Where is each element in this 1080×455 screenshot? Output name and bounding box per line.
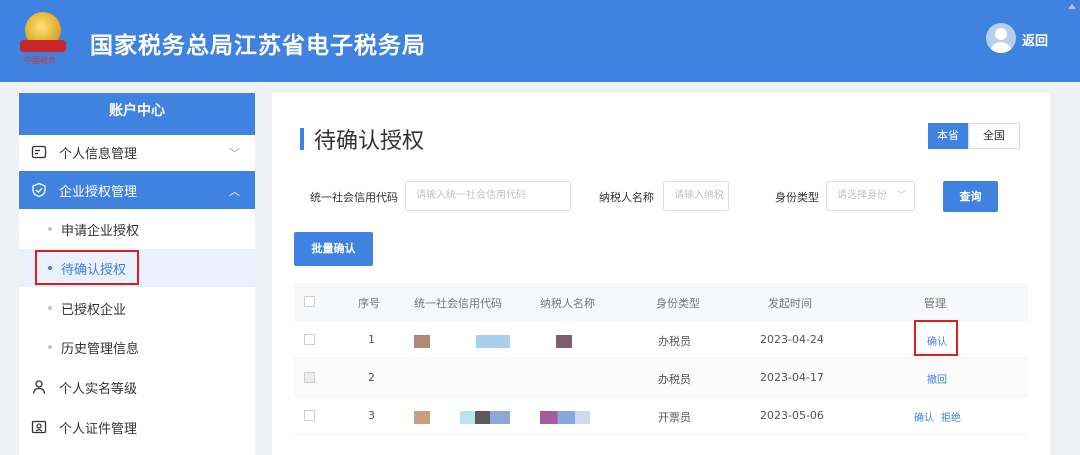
tax-emblem-logo: 中国税务: [20, 12, 66, 68]
taxpayer-name-input[interactable]: 请输入纳税: [663, 181, 729, 211]
logo-text: 中国税务: [24, 56, 56, 65]
shield-check-icon: [32, 182, 46, 198]
main-panel: 待确认授权 本省 全国 统一社会信用代码 请输入统一社会信用代码 纳税人名称 请…: [272, 93, 1050, 455]
batch-confirm-button[interactable]: 批量确认: [294, 232, 373, 266]
reject-link[interactable]: 拒绝: [941, 409, 961, 424]
row-start-time: 2023-04-17: [760, 371, 824, 384]
bullet-dot-icon: [48, 227, 52, 231]
site-title: 国家税务总局江苏省电子税务局: [90, 33, 426, 59]
credit-code-label: 统一社会信用代码: [310, 191, 398, 204]
row-identity-type: 办税员: [658, 373, 691, 386]
row-index: 3: [368, 409, 375, 422]
taxpayer-name-label: 纳税人名称: [599, 191, 654, 204]
table-header: 序号 统一社会信用代码 纳税人名称 身份类型 发起时间 管理: [294, 283, 1028, 321]
sidebar-item-label: 申请企业授权: [61, 224, 140, 239]
table-row: 2 办税员 2023-04-17 撤回: [294, 359, 1028, 397]
sidebar-item-label: 个人实名等级: [59, 382, 138, 397]
row-start-time: 2023-04-24: [760, 333, 824, 346]
row-checkbox[interactable]: [304, 410, 315, 421]
sidebar-item-label: 个人证件管理: [59, 422, 138, 437]
redacted-credit-code: [414, 335, 430, 348]
row-index: 2: [368, 371, 375, 384]
sidebar-item-real-name-level[interactable]: 个人实名等级: [19, 368, 255, 406]
highlight-box-confirm: [914, 320, 958, 356]
row-identity-type: 办税员: [658, 335, 691, 348]
sidebar-item-label: 个人信息管理: [59, 147, 138, 162]
col-credit-code: 统一社会信用代码: [414, 297, 502, 310]
identity-type-select[interactable]: 请选择身份 ﹀: [826, 181, 915, 211]
row-checkbox[interactable]: [304, 334, 315, 345]
certificate-icon: [31, 420, 47, 434]
redacted-credit-code: [414, 411, 430, 424]
scroll-up-arrow-icon[interactable]: [1068, 4, 1076, 9]
row-index: 1: [368, 333, 375, 346]
redacted-taxpayer-name: [540, 411, 590, 424]
bullet-dot-icon: [48, 306, 52, 310]
sidebar-item-label: 历史管理信息: [61, 342, 140, 357]
top-header: 中国税务 国家税务总局江苏省电子税务局 返回: [0, 0, 1080, 82]
user-icon: [32, 380, 46, 394]
identity-type-placeholder: 请选择身份: [837, 190, 887, 201]
chevron-up-icon: ︿: [229, 185, 240, 198]
withdraw-link[interactable]: 撤回: [927, 371, 947, 386]
col-start-time: 发起时间: [768, 297, 812, 310]
sidebar-item-enterprise-auth[interactable]: 企业授权管理 ︿: [19, 171, 255, 209]
redacted-credit-code: [476, 335, 510, 348]
bullet-dot-icon: [48, 345, 52, 349]
chevron-down-icon: ﹀: [896, 191, 906, 201]
col-identity-type: 身份类型: [656, 297, 700, 310]
sidebar-item-label: 企业授权管理: [59, 185, 138, 200]
page-title: 待确认授权: [314, 129, 425, 154]
row-start-time: 2023-05-06: [760, 409, 824, 422]
sidebar-title: 账户中心: [19, 93, 255, 135]
col-taxpayer-name: 纳税人名称: [540, 297, 595, 310]
title-accent-bar: [300, 128, 304, 150]
back-link[interactable]: 返回: [1022, 30, 1048, 49]
identity-type-label: 身份类型: [775, 191, 819, 204]
row-identity-type: 开票员: [658, 411, 691, 424]
confirm-link[interactable]: 确认: [914, 409, 934, 424]
id-card-icon: [31, 145, 47, 159]
redacted-taxpayer-name: [556, 335, 572, 348]
sidebar-item-label: 已授权企业: [61, 303, 127, 318]
sidebar-item-personal-info[interactable]: 个人信息管理 ﹀: [19, 133, 255, 171]
sidebar-subitem-history[interactable]: 历史管理信息: [19, 328, 255, 366]
avatar[interactable]: [986, 23, 1016, 53]
tab-province[interactable]: 本省: [928, 123, 968, 149]
sidebar-subitem-apply-auth[interactable]: 申请企业授权: [19, 210, 255, 248]
highlight-box-pending-auth: [35, 250, 139, 285]
sidebar-subitem-authorized[interactable]: 已授权企业: [19, 289, 255, 327]
row-checkbox[interactable]: [304, 372, 315, 383]
sidebar-item-certificates[interactable]: 个人证件管理: [19, 408, 255, 446]
credit-code-input[interactable]: 请输入统一社会信用代码: [405, 181, 571, 211]
col-index: 序号: [358, 297, 380, 310]
tab-national[interactable]: 全国: [968, 123, 1020, 149]
chevron-down-icon: ﹀: [229, 147, 240, 160]
redacted-credit-code: [460, 411, 510, 424]
col-manage: 管理: [924, 297, 946, 310]
select-all-checkbox[interactable]: [304, 296, 315, 307]
table-row: 3 开票员 2023-05-06 确认 拒绝: [294, 397, 1028, 435]
query-button[interactable]: 查询: [943, 181, 998, 212]
